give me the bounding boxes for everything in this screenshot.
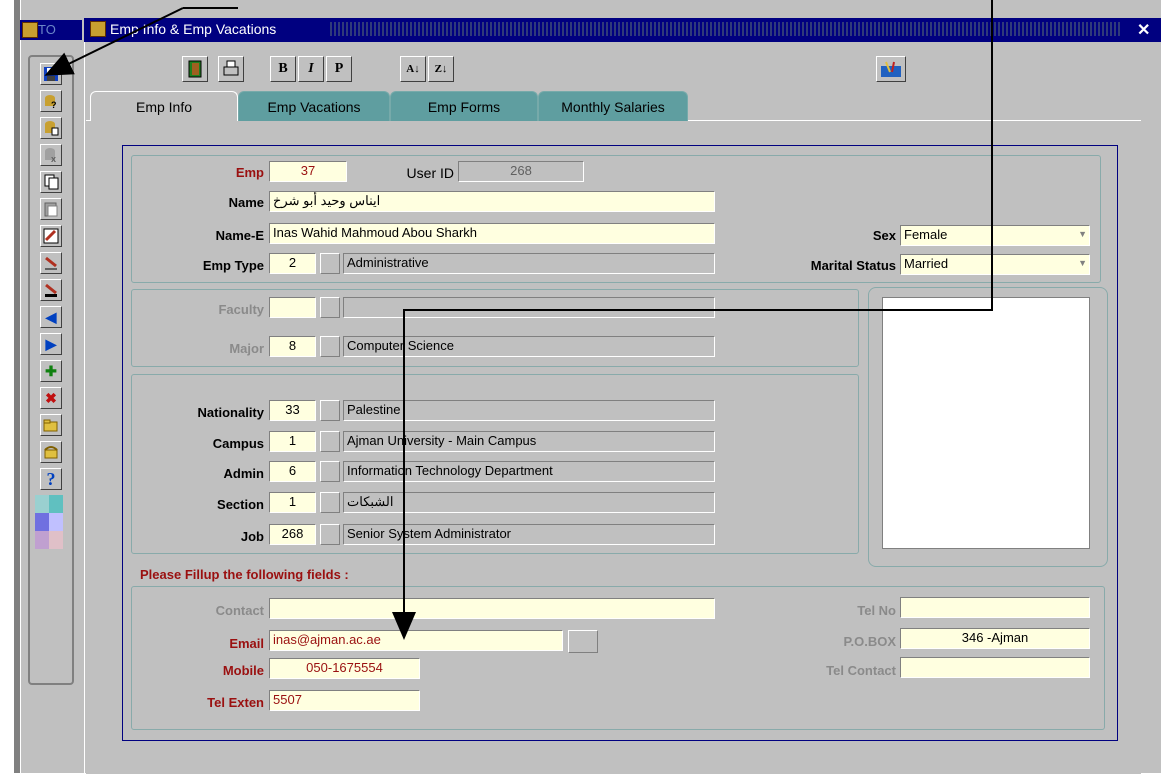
save-arrow xyxy=(44,7,184,76)
annotation-arrows xyxy=(44,0,993,640)
email-arrow xyxy=(392,0,993,640)
